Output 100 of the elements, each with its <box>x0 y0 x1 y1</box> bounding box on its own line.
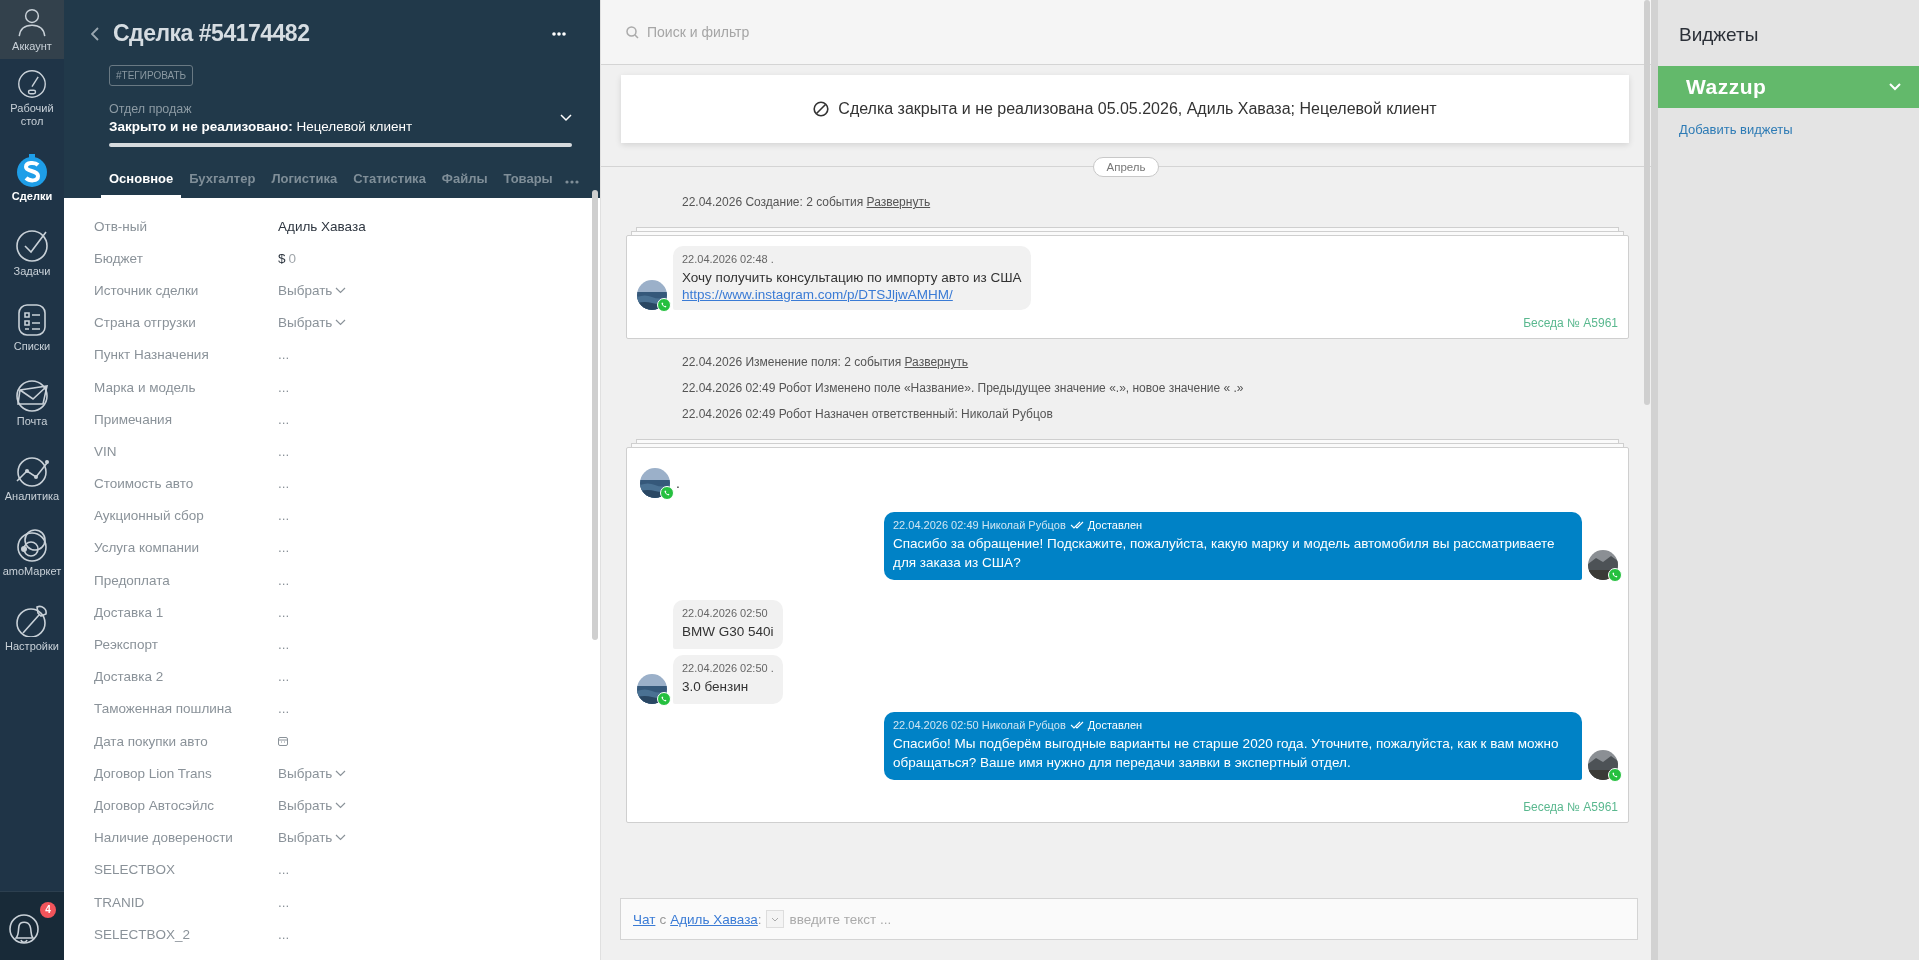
speedometer-icon <box>15 69 49 99</box>
composer-text: : <box>757 911 762 927</box>
nav-item[interactable]: Задачи <box>0 209 64 284</box>
nav-item[interactable]: Аналитика <box>0 434 64 509</box>
message-text: Спасибо! Мы подберём выгодные варианты не старше 2020 года. Уточните, пожалуйста, как к вам можно обращаться? Ваше имя нужно для передачи заявки в экспертный отдел. <box>893 735 1560 772</box>
field-label: Таможенная пошлина <box>94 701 233 717</box>
field-label: Марка и модель <box>94 379 197 395</box>
notification-badge: 4 <box>40 902 56 918</box>
nav-item[interactable]: Списки <box>0 284 64 359</box>
expand-link[interactable]: Развернуть <box>866 195 931 209</box>
tab[interactable]: Товары <box>495 163 561 198</box>
field-value[interactable]: ... <box>278 540 290 556</box>
search-field[interactable]: Поиск и фильтр <box>645 23 1049 41</box>
delivery-status: Доставлен <box>1087 719 1143 731</box>
chevron-down-icon <box>335 769 347 777</box>
field-label: SELECTBOX_2 <box>94 926 192 942</box>
budget-field[interactable]: $ 0 <box>278 250 297 266</box>
tab[interactable]: Файлы <box>433 163 496 198</box>
field-value[interactable]: ... <box>278 476 290 492</box>
field-label: Договор Автосэйлс <box>94 797 216 813</box>
chevron-left-icon <box>91 26 99 41</box>
field-value[interactable]: ... <box>278 347 290 363</box>
widget-header[interactable]: Wazzup <box>1658 66 1919 108</box>
field-value[interactable]: ... <box>278 701 290 717</box>
dollar-icon <box>15 153 49 187</box>
notice-text: Сделка закрыта и не реализована 05.05.2026, Адиль Хаваза; Нецелевой клиент <box>838 100 1437 118</box>
date-field[interactable] <box>278 736 288 747</box>
chat-link[interactable]: Чат <box>633 911 656 927</box>
delivery-status: Доставлен <box>1087 519 1143 531</box>
field-value[interactable]: ... <box>278 604 290 620</box>
field-value[interactable]: ... <box>278 894 290 910</box>
search-icon <box>626 25 639 39</box>
pipeline-name: Отдел продаж <box>109 102 193 116</box>
more-icon <box>552 31 566 36</box>
nav-item[interactable]: amoМаркет <box>0 509 64 584</box>
message-link[interactable]: https://www.instagram.com/p/DTSJljwAMHM/ <box>682 287 1022 302</box>
calendar-icon <box>278 736 288 747</box>
message-meta: 22.04.2026 02:50 . <box>682 662 774 674</box>
field-value[interactable]: Адиль Хаваза <box>278 218 366 234</box>
conversation-number: Беседа № A5961 <box>1522 800 1618 814</box>
field-value[interactable]: ... <box>278 862 290 878</box>
select-field[interactable]: Выбрать <box>278 315 347 331</box>
select-field[interactable]: Выбрать <box>278 765 347 781</box>
message-meta: 22.04.2026 02:48 . <box>682 253 774 265</box>
tab[interactable]: Статистика <box>345 163 434 198</box>
double-check-icon <box>1069 721 1084 729</box>
blocked-icon <box>813 101 830 117</box>
chevron-down-icon <box>335 319 347 327</box>
scrollbar[interactable] <box>1644 0 1650 405</box>
contact-link[interactable]: Адиль Хаваза <box>670 911 758 927</box>
field-value[interactable]: ... <box>278 443 290 459</box>
message-text: BMW G30 540i <box>682 623 774 641</box>
field-value[interactable]: ... <box>278 508 290 524</box>
field-label: Дата покупки авто <box>94 733 209 749</box>
field-value[interactable]: ... <box>278 926 290 942</box>
composer-text: с <box>659 911 667 927</box>
nav-item[interactable]: Настройки <box>0 584 64 659</box>
field-value[interactable]: ... <box>278 572 290 588</box>
tab[interactable]: Основное <box>101 163 182 198</box>
message-meta: 22.04.2026 02:50 <box>682 607 768 619</box>
add-widgets-link[interactable]: Добавить виджеты <box>1658 108 1919 137</box>
currency-sign: $ <box>278 250 286 266</box>
more-icon <box>564 180 579 184</box>
field-label: Примечания <box>94 411 173 427</box>
scrollbar[interactable] <box>592 190 598 640</box>
nav-item[interactable]: Сделки <box>0 134 64 209</box>
tag-button[interactable]: #ТЕГИРОВАТЬ <box>109 65 194 86</box>
status-select[interactable]: Отдел продаж Закрыто и не реализовано: Нецелевой клиент <box>109 102 572 134</box>
field-value[interactable]: ... <box>278 669 290 685</box>
field-label: Бюджет <box>94 250 144 266</box>
tab[interactable]: Логистика <box>263 163 346 198</box>
field-label: Предоплата <box>94 572 171 588</box>
chevron-down-icon <box>770 916 779 922</box>
nav-item[interactable]: Рабочий стол <box>0 59 64 134</box>
message-input[interactable]: введите текст ... <box>787 910 1192 928</box>
whatsapp-icon <box>657 298 671 312</box>
message-meta: 22.04.2026 02:49 Николай Рубцов <box>893 519 1066 531</box>
tab[interactable]: Бухгалтер <box>181 163 264 198</box>
chevron-down-icon <box>335 286 347 294</box>
month-label: Апрель <box>1093 157 1159 177</box>
deal-title: Сделка #54174482 <box>113 20 311 47</box>
message-text: Спасибо за обращение! Подскажите, пожалуйста, какую марку и модель автомобиля вы рассматриваете для заказа из США? <box>893 535 1556 572</box>
expand-link[interactable]: Развернуть <box>904 355 969 369</box>
event-text: 22.04.2026 02:49 Робот Назначен ответственный: Николай Рубцов <box>681 406 1054 423</box>
field-label: SELECTBOX <box>94 862 177 878</box>
nav-item[interactable]: Почта <box>0 359 64 434</box>
field-label: VIN <box>94 443 118 459</box>
select-field[interactable]: Выбрать <box>278 797 347 813</box>
event-text: 22.04.2026 Создание: 2 события Развернуть <box>681 194 932 211</box>
message-meta: 22.04.2026 02:50 Николай Рубцов <box>893 719 1066 731</box>
field-value[interactable]: ... <box>278 379 290 395</box>
nav-item[interactable]: Аккаунт <box>0 0 64 59</box>
whatsapp-icon <box>1608 568 1622 582</box>
select-field[interactable]: Выбрать <box>278 282 347 298</box>
field-label: TRANID <box>94 894 146 910</box>
event-text: 22.04.2026 Изменение поля: 2 события Развернуть <box>681 354 970 371</box>
field-value[interactable]: ... <box>278 411 290 427</box>
select-field[interactable]: Выбрать <box>278 830 347 846</box>
more-button[interactable] <box>552 31 566 36</box>
field-value[interactable]: ... <box>278 637 290 653</box>
